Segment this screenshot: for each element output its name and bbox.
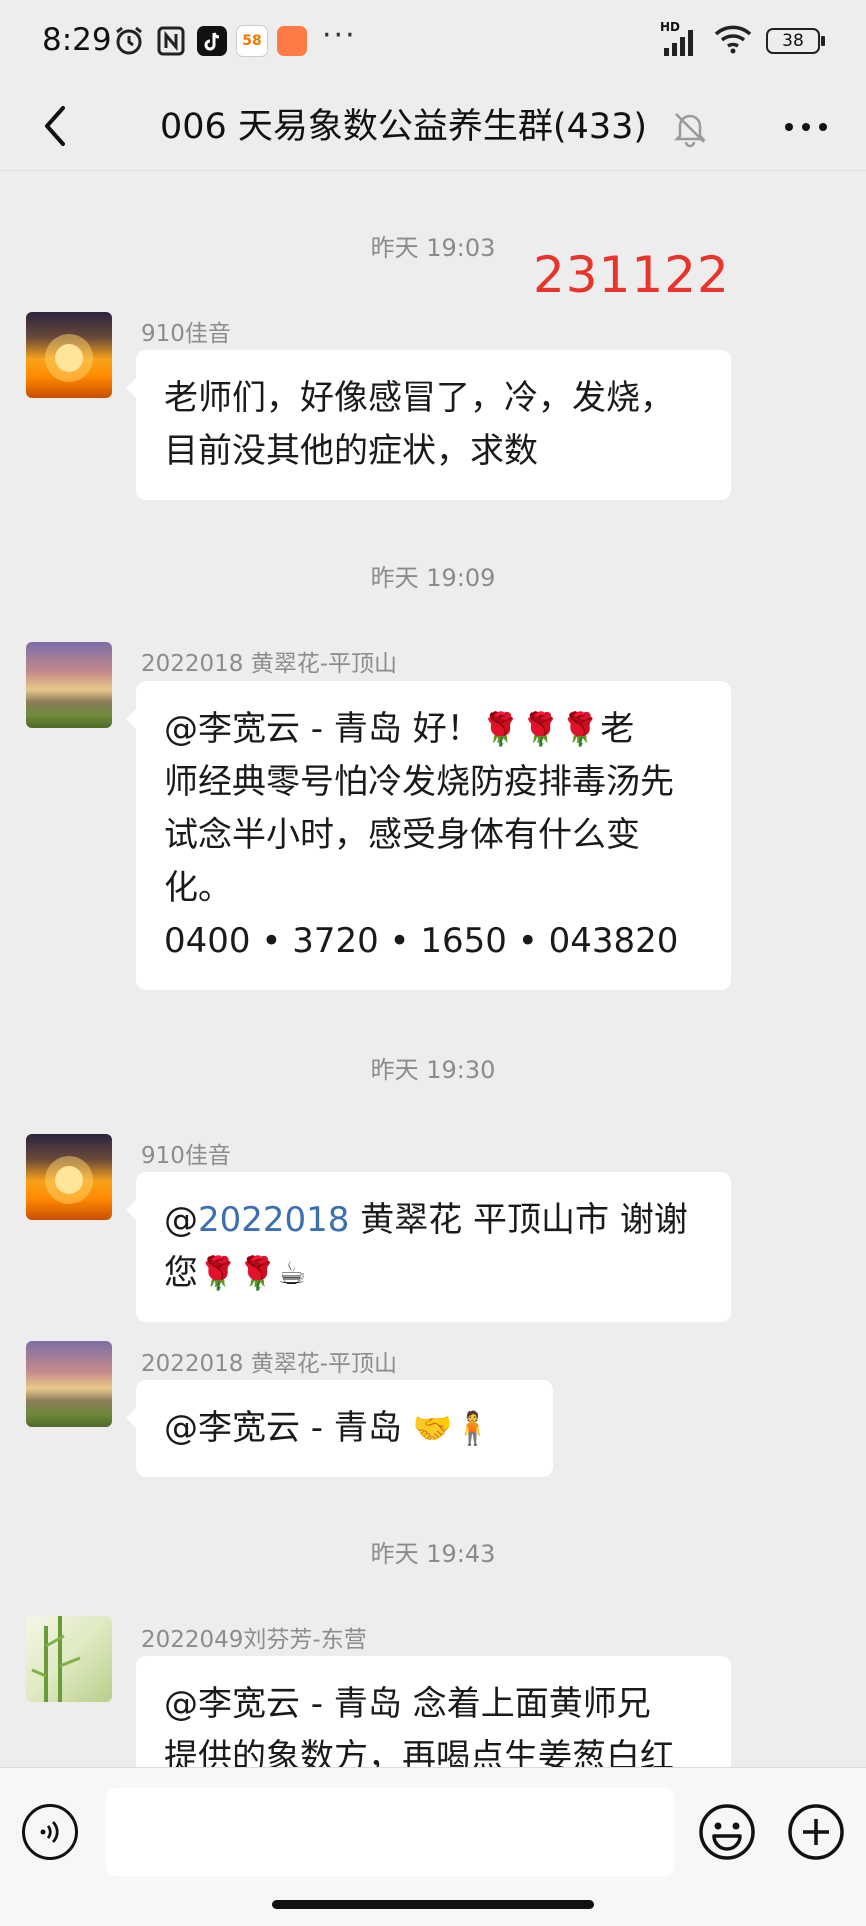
message-bubble[interactable]: @2022018 黄翠花 平顶山市 谢谢 您🌹🌹☕ — [126, 1172, 731, 1322]
chat-header: 006 天易象数公益养生群(433) — [0, 84, 866, 171]
status-time: 8:29 — [42, 22, 112, 58]
handshake-emoji: 🤝🧍 — [412, 1409, 493, 1447]
more-icon[interactable] — [776, 100, 836, 154]
message-line: @2022018 黄翠花 平顶山市 谢谢 — [164, 1194, 703, 1247]
timestamp: 昨天 19:09 — [370, 564, 496, 592]
message-bubble[interactable]: @李宽云 - 青岛 🤝🧍 — [126, 1380, 553, 1477]
avatar[interactable] — [26, 642, 112, 728]
message-text: 化。 — [164, 868, 232, 908]
rose-emoji: 🌹🌹🌹 — [480, 710, 601, 748]
message-text: 老师们，好像感冒了，冷，发烧， — [164, 378, 674, 418]
number-code: 0400 • 3720 • 1650 • 043820 — [164, 921, 679, 961]
message-text: @李宽云 - 青岛 — [164, 1408, 413, 1448]
timestamp: 昨天 19:03 — [370, 234, 496, 262]
message-text: @李宽云 - 青岛 好！ — [164, 709, 481, 749]
battery-indicator: 38 — [766, 28, 825, 54]
sender-name: 2022018 黄翠花-平顶山 — [141, 651, 398, 677]
sender-name: 2022049刘芬芳-东营 — [141, 1627, 367, 1653]
status-right: HD 38 — [660, 20, 825, 58]
plus-icon[interactable] — [786, 1802, 846, 1862]
message-input[interactable] — [106, 1788, 674, 1876]
message-text: 黄翠花 平顶山市 谢谢 — [349, 1200, 688, 1240]
sender-name: 2022018 黄翠花-平顶山 — [141, 1351, 398, 1377]
nfc-icon — [156, 24, 186, 58]
mention-link[interactable]: 2022018 — [198, 1200, 349, 1240]
status-bar: 8:29 58 ··· HD 38 — [0, 0, 866, 84]
home-indicator[interactable] — [272, 1900, 594, 1909]
bell-off-icon — [668, 106, 712, 150]
avatar[interactable] — [26, 1341, 112, 1427]
rose-coffee-emoji: 🌹🌹☕ — [198, 1254, 307, 1292]
wifi-icon — [714, 24, 752, 58]
message-bubble[interactable]: @李宽云 - 青岛 好！🌹🌹🌹老 师经典零号怕冷发烧防疫排毒汤先 试念半小时，感… — [126, 681, 731, 990]
date-annotation: 231122 — [533, 246, 730, 304]
message-text: 老 — [600, 709, 635, 749]
timestamp: 昨天 19:43 — [370, 1540, 496, 1568]
shopping-app-icon — [276, 24, 308, 58]
message-text: 目前没其他的症状，求数 — [164, 431, 538, 471]
chevron-left-icon[interactable] — [30, 98, 80, 154]
sender-name: 910佳音 — [141, 1143, 231, 1169]
message-text: 试念半小时，感受身体有什么变 — [164, 815, 640, 855]
signal-icon: HD — [660, 20, 700, 58]
avatar[interactable] — [26, 312, 112, 398]
message-text: 您 — [164, 1253, 198, 1293]
timestamp: 昨天 19:30 — [370, 1056, 496, 1084]
message-text: @ — [164, 1200, 198, 1240]
voice-icon[interactable] — [22, 1804, 78, 1860]
app-58-icon: 58 — [236, 24, 268, 58]
message-text: @李宽云 - 青岛 念着上面黄师兄 — [164, 1684, 651, 1724]
alarm-icon — [112, 24, 146, 58]
avatar[interactable] — [26, 1616, 112, 1702]
message-line: @李宽云 - 青岛 好！🌹🌹🌹老 — [164, 703, 703, 756]
emoji-icon[interactable] — [697, 1802, 757, 1862]
message-bubble[interactable]: 老师们，好像感冒了，冷，发烧， 目前没其他的症状，求数 — [126, 350, 731, 500]
message-text: 师经典零号怕冷发烧防疫排毒汤先 — [164, 762, 674, 802]
tiktok-icon — [196, 24, 228, 58]
sender-name: 910佳音 — [141, 321, 231, 347]
avatar[interactable] — [26, 1134, 112, 1220]
chat-title: 006 天易象数公益养生群(433) — [160, 107, 648, 147]
message-line: 您🌹🌹☕ — [164, 1247, 703, 1300]
more-notifications: ··· — [322, 18, 357, 53]
